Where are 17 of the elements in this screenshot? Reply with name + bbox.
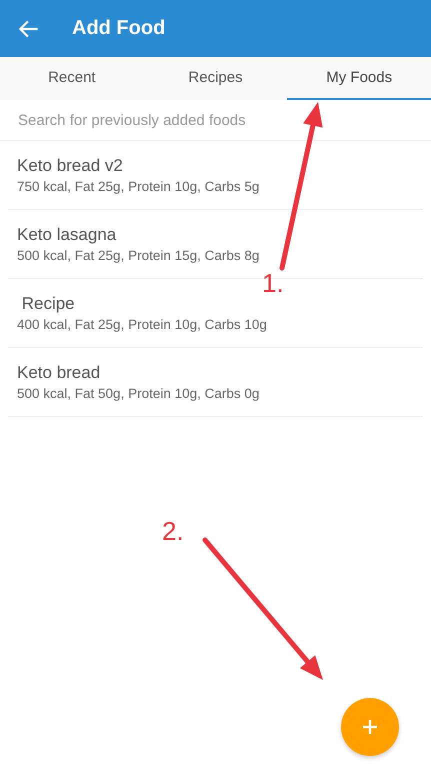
food-details: 500 kcal, Fat 25g, Protein 15g, Carbs 8g	[17, 248, 260, 263]
annotation-label: 2.	[162, 516, 184, 547]
food-name: Keto bread	[17, 363, 102, 383]
add-button[interactable]	[341, 698, 399, 756]
food-details: 750 kcal, Fat 25g, Protein 10g, Carbs 5g	[17, 179, 260, 194]
food-item[interactable]: Keto bread v2 750 kcal, Fat 25g, Protein 10g, Carbs 5g	[17, 156, 260, 194]
food-item[interactable]: Keto lasagna 500 kcal, Fat 25g, Protein 15g, Carbs 8g	[17, 225, 260, 263]
food-name: Recipe	[20, 294, 76, 314]
tab[interactable]: Recent	[0, 57, 144, 100]
food-details: 400 kcal, Fat 25g, Protein 10g, Carbs 10g	[17, 317, 267, 332]
food-name: Keto bread v2	[17, 156, 124, 176]
tab[interactable]: Recipes	[144, 57, 288, 100]
screen-title: Add Food	[72, 17, 166, 40]
food-details: 500 kcal, Fat 50g, Protein 10g, Carbs 0g	[17, 386, 260, 401]
food-name: Keto lasagna	[17, 225, 118, 245]
plus-icon	[362, 719, 378, 735]
food-item[interactable]: Keto bread 500 kcal, Fat 50g, Protein 10g, Carbs 0g	[17, 363, 260, 401]
